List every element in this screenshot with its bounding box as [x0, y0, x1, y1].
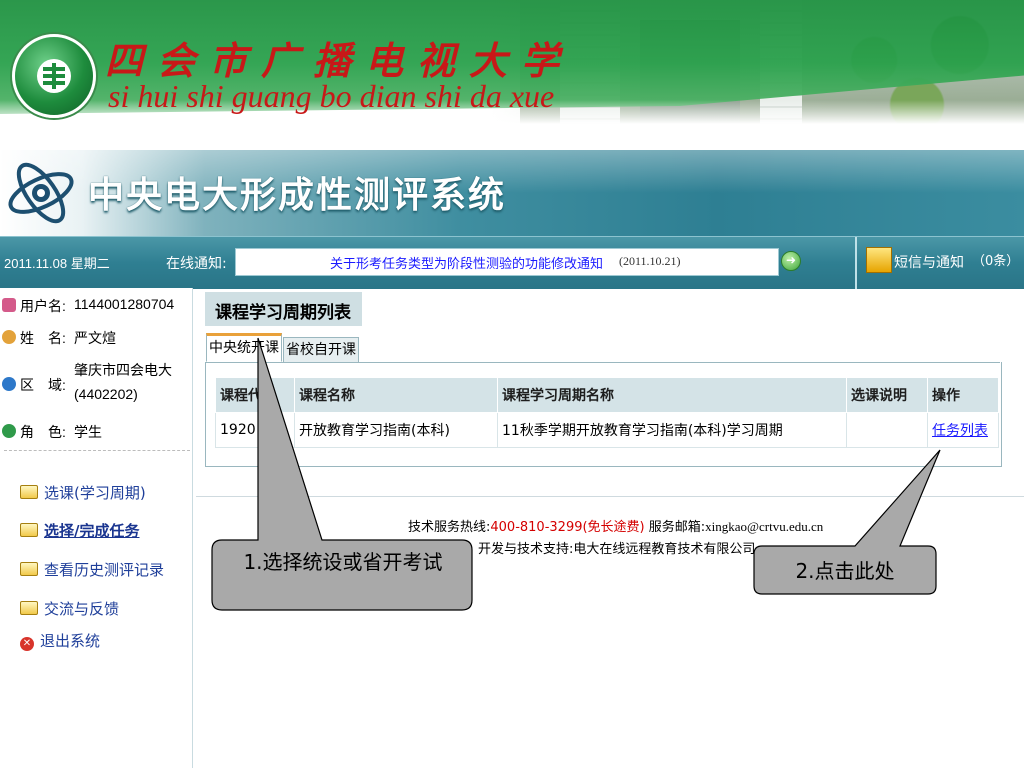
- cell-note: [846, 412, 928, 448]
- tab-central-course[interactable]: 中央统开课: [206, 333, 282, 362]
- role-icon: [2, 424, 16, 438]
- university-logo: [12, 34, 96, 118]
- cell-code: 1920: [215, 412, 295, 448]
- user-card-icon: [2, 298, 16, 312]
- current-date: 2011.11.08 星期二: [4, 256, 110, 271]
- nav-select-course[interactable]: 选课(学习周期): [20, 482, 146, 503]
- sidebar-separator: [4, 450, 190, 451]
- status-bar: 2011.11.08 星期二 在线通知: 关于形考任务类型为阶段性测验的功能修改…: [0, 236, 1024, 289]
- folder-icon: [20, 601, 38, 615]
- footer-hotline: 技术服务热线:400-810-3299(免长途费) 服务邮箱:xingkao@c…: [408, 519, 824, 535]
- column-header-name: 课程名称: [294, 377, 498, 413]
- nav-feedback[interactable]: 交流与反馈: [20, 598, 119, 619]
- left-sidebar: 用户名: 1144001280704 姓 名: 严文煊 区 域: 肇庆市四会电大…: [0, 288, 193, 768]
- university-name-cn: 四会市广播电视大学: [105, 38, 574, 83]
- cell-period: 11秋季学期开放教育学习指南(本科)学习周期: [497, 412, 847, 448]
- cell-action: 任务列表: [927, 412, 999, 448]
- column-header-action: 操作: [927, 377, 999, 413]
- system-title: 中央电大形成性测评系统: [88, 175, 507, 216]
- folder-icon: [20, 485, 38, 499]
- folder-icon: [20, 523, 38, 537]
- nav-view-history[interactable]: 查看历史测评记录: [20, 559, 164, 580]
- table-header-row: 课程代 课程名称 课程学习周期名称 选课说明 操作: [215, 377, 999, 413]
- notice-link[interactable]: 关于形考任务类型为阶段性测验的功能修改通知: [330, 253, 603, 272]
- tab-provincial-course[interactable]: 省校自开课: [283, 337, 359, 363]
- course-table: 课程代 课程名称 课程学习周期名称 选课说明 操作 1920 开放教育学习指南(…: [215, 377, 999, 448]
- notice-date: (2011.10.21): [619, 254, 681, 268]
- footer-divider: [196, 496, 1024, 497]
- person-icon: [2, 330, 16, 344]
- folder-icon: [20, 562, 38, 576]
- cell-name: 开放教育学习指南(本科): [294, 412, 498, 448]
- table-row: 1920 开放教育学习指南(本科) 11秋季学期开放教育学习指南(本科)学习周期…: [215, 412, 999, 448]
- messages-link[interactable]: 短信与通知: [894, 252, 964, 272]
- course-table-panel: 课程代 课程名称 课程学习周期名称 选课说明 操作 1920 开放教育学习指南(…: [205, 362, 1002, 467]
- status-divider: [855, 237, 857, 289]
- messages-count: （0条）: [972, 254, 1020, 269]
- nav-select-complete-task[interactable]: 选择/完成任务: [20, 520, 139, 541]
- column-header-note: 选课说明: [846, 377, 928, 413]
- notice-label: 在线通知:: [166, 256, 227, 272]
- logo-emblem-icon: [37, 59, 71, 93]
- column-header-code: 课程代: [215, 377, 295, 413]
- arrow-right-icon: ➜: [786, 253, 797, 267]
- service-email: xingkao@crtvu.edu.cn: [705, 519, 824, 534]
- atom-logo-icon: [8, 162, 74, 224]
- messages-icon[interactable]: [866, 247, 892, 273]
- panel-title: 课程学习周期列表: [205, 292, 362, 326]
- notice-ticker: 关于形考任务类型为阶段性测验的功能修改通知 (2011.10.21): [235, 248, 779, 276]
- task-list-link[interactable]: 任务列表: [932, 423, 988, 439]
- column-header-period: 课程学习周期名称: [497, 377, 847, 413]
- notice-go-button[interactable]: ➜: [781, 251, 801, 271]
- university-banner: 四会市广播电视大学 si hui shi guang bo dian shi d…: [0, 0, 1024, 150]
- footer-support: 开发与技术支持:电大在线远程教育技术有限公司: [478, 542, 756, 557]
- callout-1-text: 1.选择统设或省开考试: [243, 550, 443, 574]
- university-name-pinyin: si hui shi guang bo dian shi da xue: [108, 78, 555, 114]
- nav-logout[interactable]: ✕ 退出系统: [20, 630, 100, 651]
- callout-2-text: 2.点击此处: [795, 559, 895, 583]
- globe-icon: [2, 377, 16, 391]
- system-header: 中央电大形成性测评系统: [0, 150, 1024, 236]
- close-icon: ✕: [20, 637, 34, 651]
- course-tabs: 中央统开课 省校自开课: [205, 329, 1000, 363]
